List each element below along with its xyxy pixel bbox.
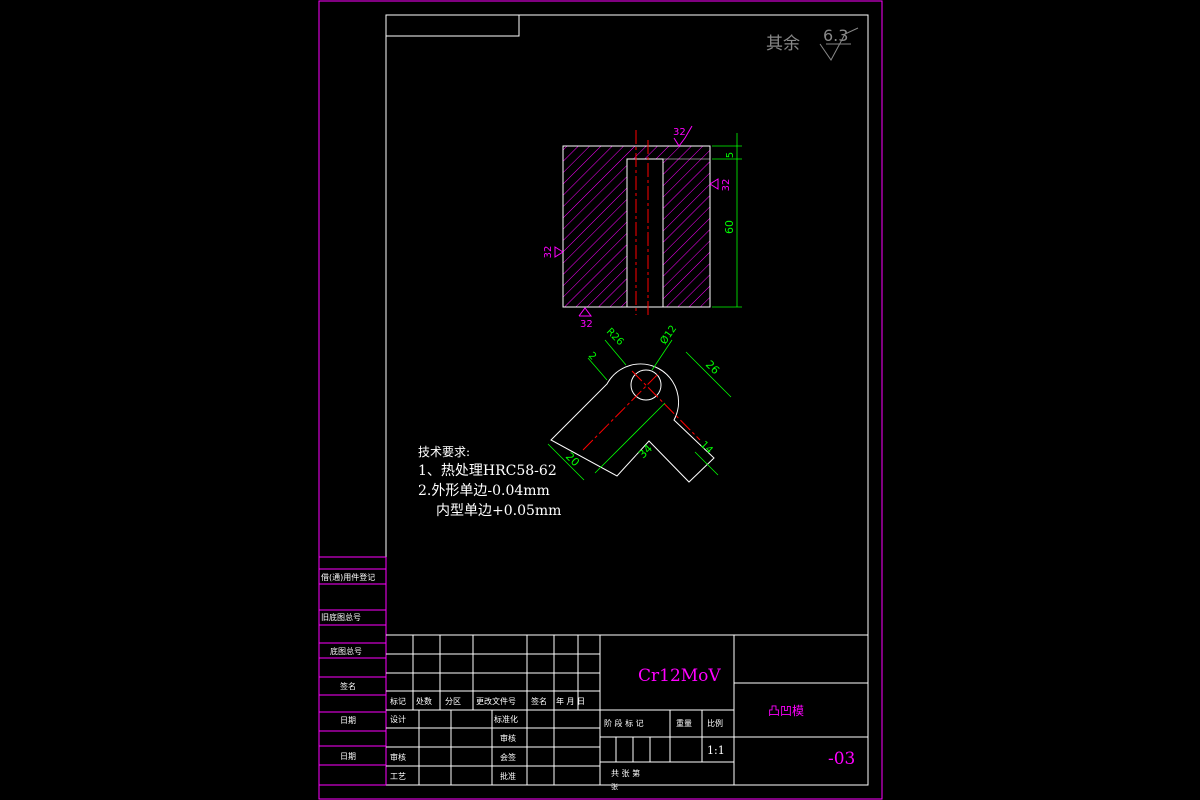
strip-label-date-1: 日期	[340, 716, 356, 725]
material: Cr12MoV	[638, 666, 721, 686]
hatch-left	[563, 146, 627, 307]
dim-top-depth: 5	[725, 152, 736, 158]
rev-header-date: 年 月 日	[556, 696, 585, 706]
sign-row-3-mid: 会签	[500, 752, 516, 762]
roughness-mark-top: 32	[673, 127, 686, 138]
roughness-mark-right-icon	[709, 178, 719, 190]
tech-item-1: 1、热处理HRC58-62	[418, 463, 557, 479]
roughness-mark-bottom: 32	[580, 319, 593, 330]
roughness-mark-left-icon	[554, 246, 564, 258]
scale-label: 比例	[707, 718, 723, 728]
sign-row-1-left: 设计	[390, 714, 406, 724]
rev-header-sign: 签名	[531, 696, 547, 706]
roughness-mark-bottom-icon	[578, 307, 592, 317]
dim-height: 60	[723, 220, 736, 234]
dim-hole-dia: Ø12	[658, 323, 680, 347]
roughness-note-label: 其余	[766, 34, 800, 54]
rev-header-mark: 标记	[390, 696, 406, 706]
strip-label-old-drawing: 旧底图总号	[321, 612, 361, 622]
top-view: R26 Ø12 26 14 34 20 2	[547, 323, 732, 483]
dim-arm-width-line	[685, 351, 732, 398]
dim-bottom-width: 20	[563, 450, 582, 469]
dim-arm-end: 14	[698, 439, 715, 456]
dim-outer-radius: R26	[604, 326, 626, 348]
rev-header-zone: 分区	[445, 697, 461, 706]
cad-drawing: 其余 6.3 5 60 32 32 32 32 R26 Ø12 26 14 34…	[318, 0, 883, 800]
strip-label-sign: 签名	[340, 681, 356, 691]
dim-arm-width: 26	[703, 358, 722, 377]
dim-small: 2	[586, 350, 598, 362]
top-centerline-diag2	[631, 370, 701, 441]
part-name: 凸凹模	[768, 704, 804, 718]
rev-header-count: 处数	[416, 696, 432, 706]
inner-border	[385, 14, 869, 786]
tech-title: 技术要求:	[418, 445, 470, 459]
front-view: 5 60 32 32 32 32	[543, 125, 742, 330]
sheets-info: 共 张 第	[611, 768, 640, 778]
scale-value: 1:1	[707, 744, 725, 757]
drawing-number: -03	[828, 749, 855, 769]
strip-label-borrow: 借(通)用件登记	[321, 572, 375, 582]
weight-label: 重量	[676, 718, 692, 728]
roughness-mark-right: 32	[721, 179, 732, 192]
left-strip	[319, 556, 387, 786]
tech-item-3: 内型单边+0.05mm	[436, 503, 561, 519]
strip-label-date-2: 日期	[340, 752, 356, 761]
tech-requirements: 技术要求: 1、热处理HRC58-62 2.外形单边-0.04mm 内型单边+0…	[418, 445, 561, 519]
front-hole-outline	[626, 158, 664, 307]
tech-item-2: 2.外形单边-0.04mm	[418, 483, 550, 499]
sign-row-1-mid: 标准化	[494, 714, 518, 724]
sheet-extra: 张	[611, 782, 618, 791]
stage-header: 阶 段 标 记	[604, 718, 644, 728]
top-centerline-diag	[582, 371, 661, 451]
hatch-top-strip	[627, 146, 663, 159]
hatch-right	[663, 146, 710, 307]
roughness-mark-left: 32	[543, 246, 554, 259]
sign-row-3-left: 审核	[390, 752, 406, 762]
strip-label-drawing: 底图总号	[330, 646, 362, 656]
rev-header-file: 更改文件号	[476, 696, 516, 706]
sign-row-4-mid: 批准	[500, 771, 516, 781]
sign-row-2-mid: 审核	[500, 733, 516, 743]
top-left-box	[385, 14, 520, 37]
sign-row-4-left: 工艺	[390, 772, 406, 781]
